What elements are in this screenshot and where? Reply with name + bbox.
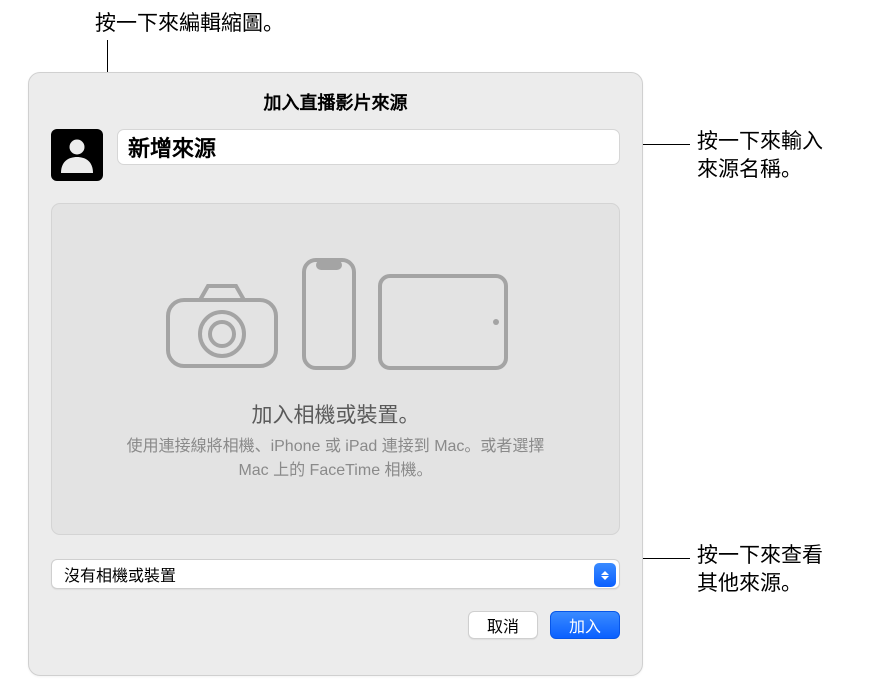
source-name-value: 新增來源 [128,131,216,163]
device-select-value: 沒有相機或裝置 [64,562,176,586]
chevron-up-icon [601,571,609,575]
device-select-row: 沒有相機或裝置 [51,559,620,589]
button-row: 取消 加入 [51,611,620,639]
chevron-down-icon [601,576,609,580]
thumbnail-button[interactable] [51,129,103,181]
select-stepper-icon [594,563,616,587]
callout-sources: 按一下來查看 其他來源。 [697,542,823,599]
callout-name-line1: 按一下來輸入 [697,130,823,153]
add-button[interactable]: 加入 [550,611,620,639]
callout-name-line2: 來源名稱。 [697,158,802,181]
person-icon [57,133,97,178]
callout-thumbnail: 按一下來編輯縮圖。 [95,10,284,38]
header-row: 新增來源 [51,129,620,181]
camera-icon [162,280,282,377]
cancel-button[interactable]: 取消 [468,611,538,639]
callout-name: 按一下來輸入 來源名稱。 [697,128,823,185]
dialog-title: 加入直播影片來源 [51,87,620,129]
callout-sources-line1: 按一下來查看 [697,544,823,567]
source-name-input[interactable]: 新增來源 [117,129,620,165]
preview-area: 加入相機或裝置。 使用連接線將相機、iPhone 或 iPad 連接到 Mac。… [51,203,620,535]
phone-icon [300,256,358,377]
add-button-label: 加入 [569,613,601,637]
callout-thumbnail-text: 按一下來編輯縮圖。 [95,12,284,35]
preview-subtext: 使用連接線將相機、iPhone 或 iPad 連接到 Mac。或者選擇 Mac … [121,435,551,481]
cancel-button-label: 取消 [487,613,519,637]
device-icons [162,256,510,377]
add-live-source-dialog: 加入直播影片來源 新增來源 [28,72,643,676]
callout-sources-line2: 其他來源。 [697,572,802,595]
device-select[interactable]: 沒有相機或裝置 [51,559,620,589]
preview-headline: 加入相機或裝置。 [252,399,420,429]
tablet-icon [376,272,510,377]
